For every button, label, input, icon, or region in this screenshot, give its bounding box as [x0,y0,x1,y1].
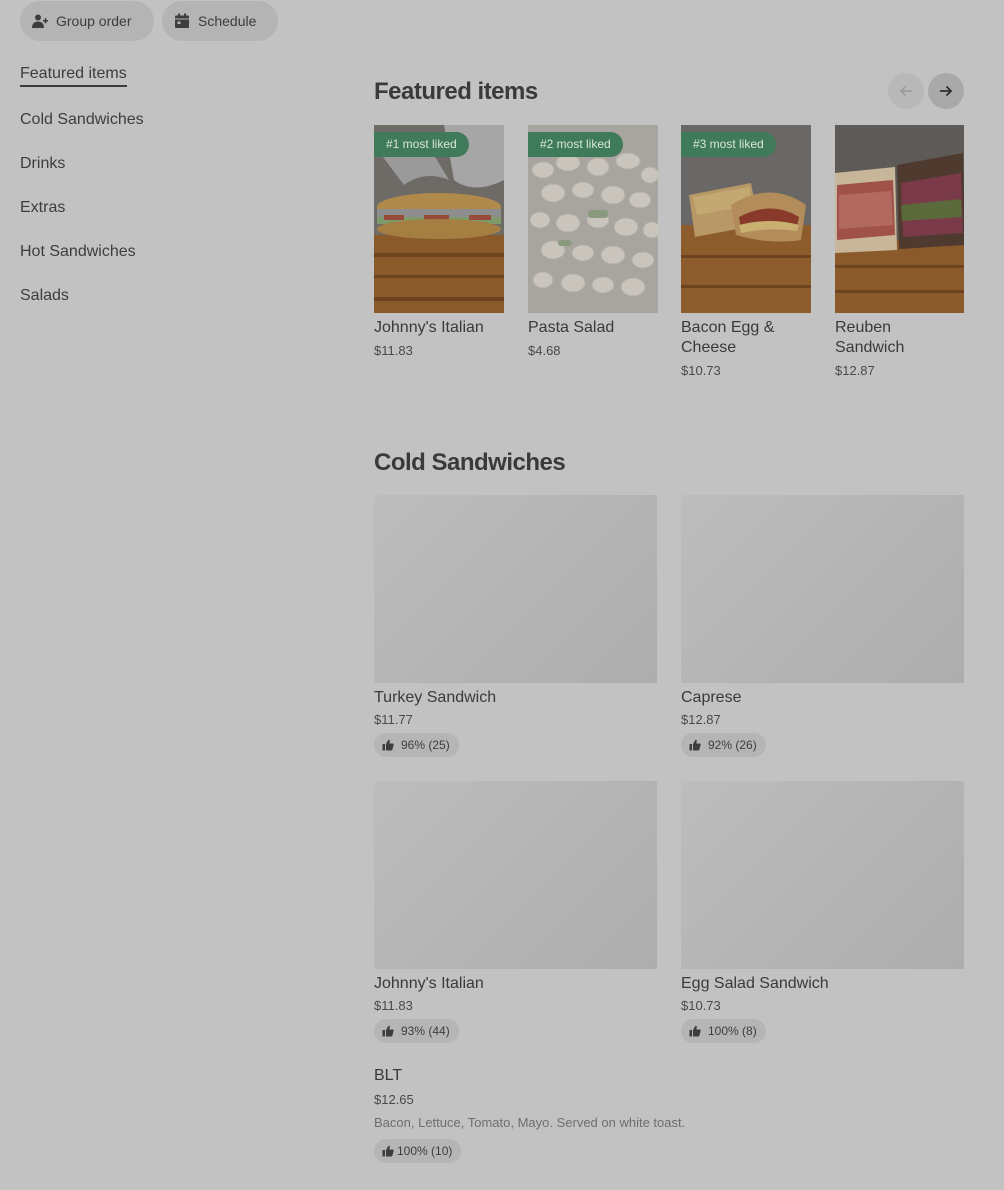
thumbs-up-icon [689,739,701,751]
sidebar-item-featured-items[interactable]: Featured items [20,64,127,87]
carousel-next-button[interactable] [928,73,964,109]
item-description: Bacon, Lettuce, Tomato, Mayo. Served on … [374,1115,686,1130]
pasta-salad-photo: #2 most liked [528,125,658,313]
item-price: $11.83 [374,343,413,358]
featured-card[interactable]: #3 most liked Bacon Egg & Cheese $10.73 [681,125,811,378]
rating-text: 96% (25) [401,738,450,752]
item-name: Caprese [681,689,742,706]
rating-badge: 100% (10) [374,1139,462,1163]
most-liked-badge: #3 most liked [681,132,776,157]
thumbs-up-icon [382,1025,394,1037]
carousel-prev-button[interactable] [888,73,924,109]
rating-badge: 100% (8) [681,1019,766,1043]
item-price: $10.73 [681,363,721,378]
rating-badge: 96% (25) [374,733,459,757]
sub-sandwich-photo: #1 most liked [374,125,504,313]
item-price: $12.65 [374,1092,414,1107]
most-liked-badge: #1 most liked [374,132,469,157]
menu-item-card[interactable]: Egg Salad Sandwich $10.73 100% (8) [681,781,964,1043]
rating-text: 100% (10) [397,1144,453,1158]
breakfast-sandwich-photo: #3 most liked [681,125,811,313]
featured-card[interactable]: #2 most liked Pasta Salad $4.68 [528,125,658,358]
item-name: Turkey Sandwich [374,689,497,706]
reuben-sandwich-photo [835,125,964,313]
sidebar-item-hot-sandwiches[interactable]: Hot Sandwiches [20,242,136,262]
item-name: Egg Salad Sandwich [681,975,829,992]
rating-badge: 93% (44) [374,1019,459,1043]
featured-section-title: Featured items [374,78,538,105]
sidebar-item-cold-sandwiches[interactable]: Cold Sandwiches [20,110,144,130]
featured-card[interactable]: Reuben Sandwich $12.87 [835,125,964,378]
item-price: $11.83 [374,998,413,1013]
item-name: Pasta Salad [528,319,615,336]
arrow-left-icon [899,85,912,97]
thumbs-up-icon [382,739,394,751]
item-name: BLT [374,1067,403,1084]
item-image-placeholder [374,495,657,683]
item-image-placeholder [681,781,964,969]
most-liked-badge: #2 most liked [528,132,623,157]
featured-card[interactable]: #1 most liked Johnny's Italian $11.83 [374,125,504,358]
rating-text: 93% (44) [401,1024,450,1038]
thumbs-up-icon [382,1145,394,1157]
menu-item-row[interactable]: BLT $12.65 Bacon, Lettuce, Tomato, Mayo.… [374,1066,964,1163]
item-price: $12.87 [681,712,721,727]
item-name: Reuben Sandwich [835,319,905,356]
sidebar-item-salads[interactable]: Salads [20,286,69,306]
schedule-label: Schedule [198,13,257,29]
menu-item-card[interactable]: Johnny's Italian $11.83 93% (44) [374,781,657,1043]
thumbs-up-icon [689,1025,701,1037]
item-name: Johnny's Italian [374,319,484,336]
sidebar-item-drinks[interactable]: Drinks [20,154,65,174]
calendar-icon [175,13,189,28]
item-image-placeholder [681,495,964,683]
item-price: $4.68 [528,343,561,358]
item-price: $10.73 [681,998,721,1013]
group-order-button[interactable]: Group order [20,1,154,41]
cold-sandwiches-section-title: Cold Sandwiches [374,449,566,476]
item-name: Johnny's Italian [374,975,484,992]
item-name: Bacon Egg & Cheese [681,319,775,356]
add-person-icon [32,14,48,28]
rating-text: 100% (8) [708,1024,757,1038]
group-order-label: Group order [56,13,132,29]
rating-badge: 92% (26) [681,733,766,757]
rating-text: 92% (26) [708,738,757,752]
menu-item-card[interactable]: Turkey Sandwich $11.77 96% (25) [374,495,657,757]
item-price: $12.87 [835,363,875,378]
menu-item-card[interactable]: Caprese $12.87 92% (26) [681,495,964,757]
arrow-right-icon [940,85,953,97]
schedule-button[interactable]: Schedule [162,1,278,41]
sidebar-item-extras[interactable]: Extras [20,198,65,218]
item-image-placeholder [374,781,657,969]
item-price: $11.77 [374,712,413,727]
